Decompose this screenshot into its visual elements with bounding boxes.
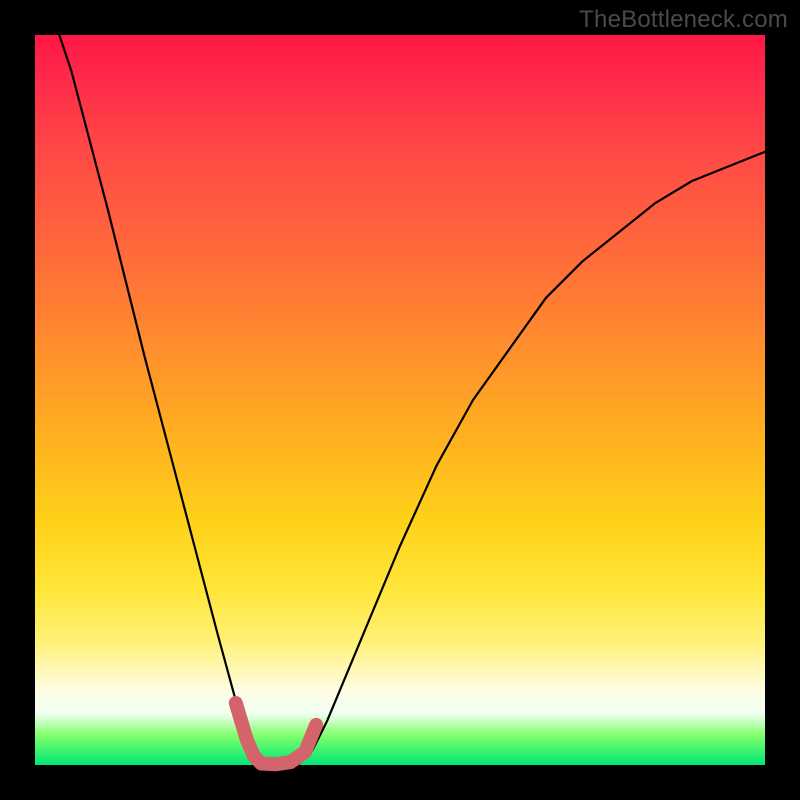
chart-frame: TheBottleneck.com bbox=[0, 0, 800, 800]
curve-svg bbox=[35, 35, 765, 765]
highlight-segment bbox=[236, 703, 316, 764]
plot-area bbox=[35, 35, 765, 765]
watermark-text: TheBottleneck.com bbox=[579, 6, 788, 34]
bottleneck-curve bbox=[35, 0, 765, 765]
